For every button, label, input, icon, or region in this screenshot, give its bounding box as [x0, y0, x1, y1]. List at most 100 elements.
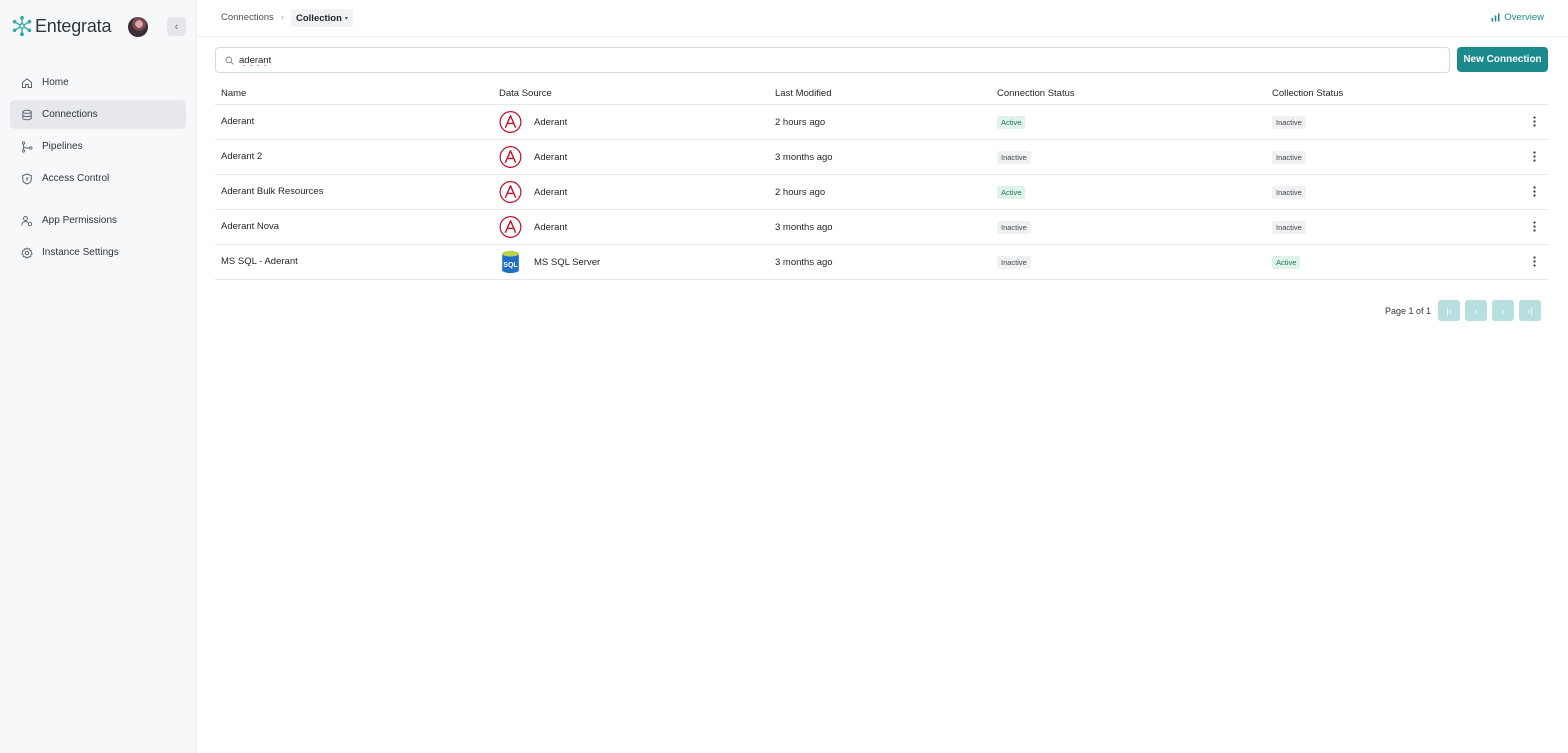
row-last-modified: 3 months ago — [775, 152, 833, 163]
overview-link[interactable]: Overview — [1491, 12, 1544, 23]
first-page-button[interactable]: |‹ — [1438, 300, 1461, 321]
row-data-source: SQL MS SQL Server — [499, 250, 600, 274]
row-data-source: Aderant — [499, 145, 567, 169]
topbar: Connections › Collection ▾ Overview — [197, 0, 1568, 37]
sidebar-item-label: Pipelines — [42, 141, 83, 152]
status-badge: Inactive — [1272, 186, 1306, 199]
sql-server-logo-icon: SQL — [502, 250, 519, 274]
row-connection-status: Inactive — [997, 151, 1031, 164]
sidebar-item-home[interactable]: Home — [10, 68, 186, 97]
avatar[interactable] — [128, 17, 148, 37]
new-connection-button[interactable]: New Connection — [1457, 47, 1548, 72]
sidebar-item-instance-settings[interactable]: Instance Settings — [10, 238, 186, 267]
search-input[interactable] — [239, 54, 1419, 66]
table-row[interactable]: Aderant 2 Aderant 3 months ago Inactive Inac… — [215, 140, 1548, 175]
row-last-modified: 3 months ago — [775, 222, 833, 233]
sidebar-item-label: App Permissions — [42, 215, 118, 226]
search-icon — [225, 56, 234, 65]
entegrata-logo-icon — [12, 16, 32, 36]
row-actions-menu-button[interactable] — [1528, 253, 1540, 269]
row-data-source: Aderant — [499, 110, 567, 134]
chevron-left-icon: ‹ — [174, 20, 179, 33]
search-box[interactable] — [215, 47, 1450, 73]
row-data-source-label: Aderant — [534, 186, 568, 198]
table-row[interactable]: Aderant Bulk Resources Aderant 2 hours ago… — [215, 175, 1548, 210]
row-data-source-label: MS SQL Server — [534, 256, 601, 268]
caret-down-icon: ▾ — [344, 15, 348, 22]
row-data-source: Aderant — [499, 215, 567, 239]
row-last-modified: 3 months ago — [775, 257, 833, 268]
pipeline-icon — [21, 140, 33, 153]
sidebar-item-app-permissions[interactable]: App Permissions — [10, 206, 186, 235]
sidebar-nav-secondary: App Permissions Instance Settings — [10, 206, 186, 267]
sidebar-item-label: Home — [42, 77, 69, 88]
row-actions-menu-button[interactable] — [1528, 113, 1540, 129]
row-collection-status: Inactive — [1272, 186, 1306, 199]
row-connection-status: Inactive — [997, 256, 1031, 269]
table-row[interactable]: Aderant Nova Aderant 3 months ago Inactive I… — [215, 210, 1548, 245]
user-permissions-icon — [21, 215, 33, 226]
more-vertical-icon — [1532, 115, 1536, 127]
row-collection-status: Inactive — [1272, 116, 1306, 129]
brand[interactable]: Entegrata — [12, 13, 111, 39]
gear-icon — [21, 246, 33, 259]
bar-chart-icon — [1491, 13, 1500, 22]
pagination: Page 1 of 1 |‹ ‹ › ›| — [1385, 300, 1546, 321]
sidebar-item-pipelines[interactable]: Pipelines — [10, 132, 186, 161]
breadcrumb-current-label: Collection — [296, 12, 342, 24]
column-header-collection-status[interactable]: Collection Status — [1272, 88, 1343, 99]
column-header-connection-status[interactable]: Connection Status — [997, 88, 1075, 99]
last-page-button[interactable]: ›| — [1519, 300, 1542, 321]
column-header-data-source[interactable]: Data Source — [499, 88, 552, 99]
shield-icon — [22, 172, 32, 185]
row-connection-status: Active — [997, 186, 1026, 199]
sidebar-item-access-control[interactable]: Access Control — [10, 164, 186, 193]
next-page-button[interactable]: › — [1492, 300, 1515, 321]
column-header-name[interactable]: Name — [221, 88, 246, 99]
row-data-source: Aderant — [499, 180, 567, 204]
column-header-last-modified[interactable]: Last Modified — [775, 88, 832, 99]
app-name: Entegrata — [35, 15, 112, 36]
row-actions-menu-button[interactable] — [1528, 218, 1540, 234]
row-name[interactable]: Aderant Nova — [221, 221, 279, 232]
breadcrumb-collection-dropdown[interactable]: Collection ▾ — [291, 9, 353, 27]
status-badge: Inactive — [997, 221, 1031, 234]
status-badge: Active — [997, 186, 1026, 199]
home-icon — [22, 77, 32, 88]
sidebar-nav-primary: Home Connections Pipelines Access Contro… — [10, 68, 186, 193]
breadcrumb-connections[interactable]: Connections — [221, 12, 274, 23]
row-connection-status: Inactive — [997, 221, 1031, 234]
aderant-logo-icon — [499, 111, 522, 133]
collapse-sidebar-button[interactable]: ‹ — [167, 17, 186, 36]
aderant-logo-icon — [499, 216, 522, 238]
more-vertical-icon — [1532, 185, 1536, 197]
sidebar-item-label: Access Control — [42, 173, 110, 184]
row-name[interactable]: Aderant 2 — [221, 151, 262, 162]
connections-table: Name Data Source Last Modified Connectio… — [215, 83, 1548, 280]
status-badge: Inactive — [997, 151, 1031, 164]
previous-page-button[interactable]: ‹ — [1465, 300, 1488, 321]
row-collection-status: Inactive — [1272, 221, 1306, 234]
status-badge: Inactive — [1272, 151, 1306, 164]
overview-label: Overview — [1504, 12, 1544, 23]
table-row[interactable]: Aderant Aderant 2 hours ago Active Inactive — [215, 105, 1548, 140]
row-name[interactable]: Aderant Bulk Resources — [221, 186, 323, 197]
row-collection-status: Active — [1272, 256, 1301, 269]
page-indicator: Page 1 of 1 — [1385, 305, 1432, 316]
table-header: Name Data Source Last Modified Connectio… — [215, 83, 1548, 105]
row-actions-menu-button[interactable] — [1528, 183, 1540, 199]
row-last-modified: 2 hours ago — [775, 117, 826, 128]
table-row[interactable]: MS SQL - Aderant SQL MS SQL Server 3 months… — [215, 245, 1548, 280]
sidebar-item-connections[interactable]: Connections — [10, 100, 186, 129]
row-collection-status: Inactive — [1272, 151, 1306, 164]
row-data-source-label: Aderant — [534, 221, 568, 233]
status-badge: Active — [997, 116, 1026, 129]
row-actions-menu-button[interactable] — [1528, 148, 1540, 164]
status-badge: Inactive — [1272, 221, 1306, 234]
row-name[interactable]: Aderant — [221, 116, 254, 127]
status-badge: Inactive — [1272, 116, 1306, 129]
row-name[interactable]: MS SQL - Aderant — [221, 256, 298, 267]
sidebar: Entegrata ‹ Home Connections Pipelines A… — [0, 0, 197, 753]
status-badge: Inactive — [997, 256, 1031, 269]
more-vertical-icon — [1532, 255, 1536, 267]
